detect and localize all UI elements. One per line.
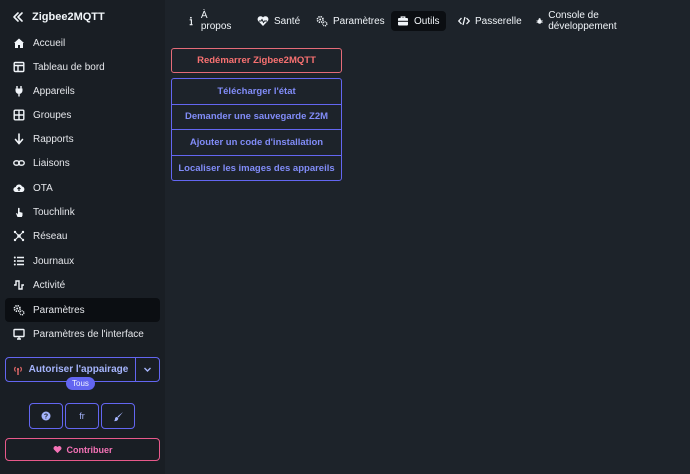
tab-label: Passerelle (475, 15, 522, 27)
brand-title: Zigbee2MQTT (32, 11, 105, 23)
code-icon (458, 16, 470, 26)
permit-join-dropdown[interactable] (135, 358, 159, 381)
sidebar-item-parametres[interactable]: Paramètres (5, 298, 160, 322)
sidebar-item-tableau-de-bord[interactable]: Tableau de bord (5, 55, 160, 79)
sidebar-item-rapports[interactable]: Rapports (5, 127, 160, 151)
info-icon (189, 16, 193, 26)
sidebar-item-label: Groupes (33, 109, 72, 121)
touch-icon (16, 207, 23, 217)
sidebar-item-label: Paramètres (33, 304, 85, 316)
sidebar-item-ota[interactable]: OTA (5, 176, 160, 200)
sidebar-item-label: Paramètres de l'interface (33, 328, 144, 340)
heart-icon (53, 446, 61, 454)
sidebar-item-label: Journaux (33, 255, 75, 267)
sidebar-item-appareils[interactable]: Appareils (5, 79, 160, 103)
tab-label: Santé (274, 15, 301, 27)
heart-pulse-icon (257, 16, 269, 26)
sidebar-item-activite[interactable]: Activité (5, 273, 160, 297)
sidebar-item-accueil[interactable]: Accueil (5, 31, 160, 55)
contribute-label: Contribuer (66, 444, 113, 455)
chevron-down-icon (144, 367, 151, 372)
tab-label: À propos (200, 10, 232, 32)
plug-icon (15, 86, 23, 97)
locate-device-images-button[interactable]: Localiser les images des appareils (172, 156, 341, 182)
theme-button[interactable] (101, 403, 135, 429)
tab-passerelle[interactable]: Passerelle (452, 11, 528, 31)
sidebar-item-label: Appareils (33, 85, 75, 97)
permit-join-label: Autoriser l'appairage (28, 364, 129, 375)
sidebar-item-label: Activité (33, 279, 66, 291)
sidebar-item-touchlink[interactable]: Touchlink (5, 200, 160, 224)
sidebar-item-parametres-interface[interactable]: Paramètres de l'interface (5, 322, 160, 346)
tab-console-developpement[interactable]: Console de développement (530, 10, 627, 32)
collapse-sidebar-icon[interactable] (12, 11, 24, 23)
add-install-code-button[interactable]: Ajouter un code d'installation (172, 130, 341, 156)
monitor-icon (13, 328, 25, 340)
sidebar-item-label: OTA (33, 182, 53, 194)
restart-button[interactable]: Redémarrer Zigbee2MQTT (171, 48, 342, 73)
contribute-button[interactable]: Contribuer (5, 438, 160, 461)
sidebar-item-label: Liaisons (33, 157, 70, 169)
sidebar-item-label: Rapports (33, 133, 74, 145)
gears-icon (13, 304, 25, 316)
network-icon (13, 230, 25, 242)
dashboard-icon (13, 61, 25, 73)
tab-label: Paramètres (333, 15, 385, 27)
tab-sante[interactable]: Santé (251, 11, 306, 31)
arrow-down-icon (14, 133, 24, 145)
toolbox-icon (398, 16, 408, 26)
language-button[interactable]: fr (65, 403, 99, 429)
help-button[interactable]: ? (29, 403, 63, 429)
sidebar-item-liaisons[interactable]: Liaisons (5, 151, 160, 175)
link-icon (13, 160, 25, 166)
wave-icon (14, 280, 24, 290)
question-icon: ? (41, 411, 51, 421)
home-icon (14, 38, 24, 48)
gears-icon (316, 15, 328, 27)
permit-join-target-badge: Tous (66, 377, 95, 390)
tools-button-group: Télécharger l'état Demander une sauvegar… (171, 78, 342, 181)
tab-parametres[interactable]: Paramètres (310, 11, 391, 31)
sidebar-item-label: Accueil (33, 37, 66, 49)
sidebar-item-reseau[interactable]: Réseau (5, 224, 160, 248)
sidebar-item-label: Touchlink (33, 206, 75, 218)
antenna-icon (13, 366, 22, 375)
download-state-button[interactable]: Télécharger l'état (172, 79, 341, 105)
tab-outils[interactable]: Outils (391, 11, 446, 31)
list-icon (13, 256, 24, 266)
sidebar-item-groupes[interactable]: Groupes (5, 103, 160, 127)
tab-a-propos[interactable]: À propos (180, 10, 240, 32)
sidebar-item-label: Réseau (33, 230, 68, 242)
grid-icon (13, 109, 25, 121)
tab-label: Console de développement (548, 10, 617, 32)
sidebar-item-journaux[interactable]: Journaux (5, 249, 160, 273)
request-backup-button[interactable]: Demander une sauvegarde Z2M (172, 105, 341, 130)
bug-icon (536, 18, 543, 24)
cloud-upload-icon (13, 184, 25, 193)
sidebar: Zigbee2MQTT Accueil Tableau de bord Appa… (0, 0, 165, 474)
brand[interactable]: Zigbee2MQTT (12, 11, 105, 23)
tab-label: Outils (414, 15, 440, 27)
paintbrush-icon (113, 411, 123, 421)
svg-text:?: ? (44, 413, 48, 420)
sidebar-item-label: Tableau de bord (33, 61, 105, 73)
